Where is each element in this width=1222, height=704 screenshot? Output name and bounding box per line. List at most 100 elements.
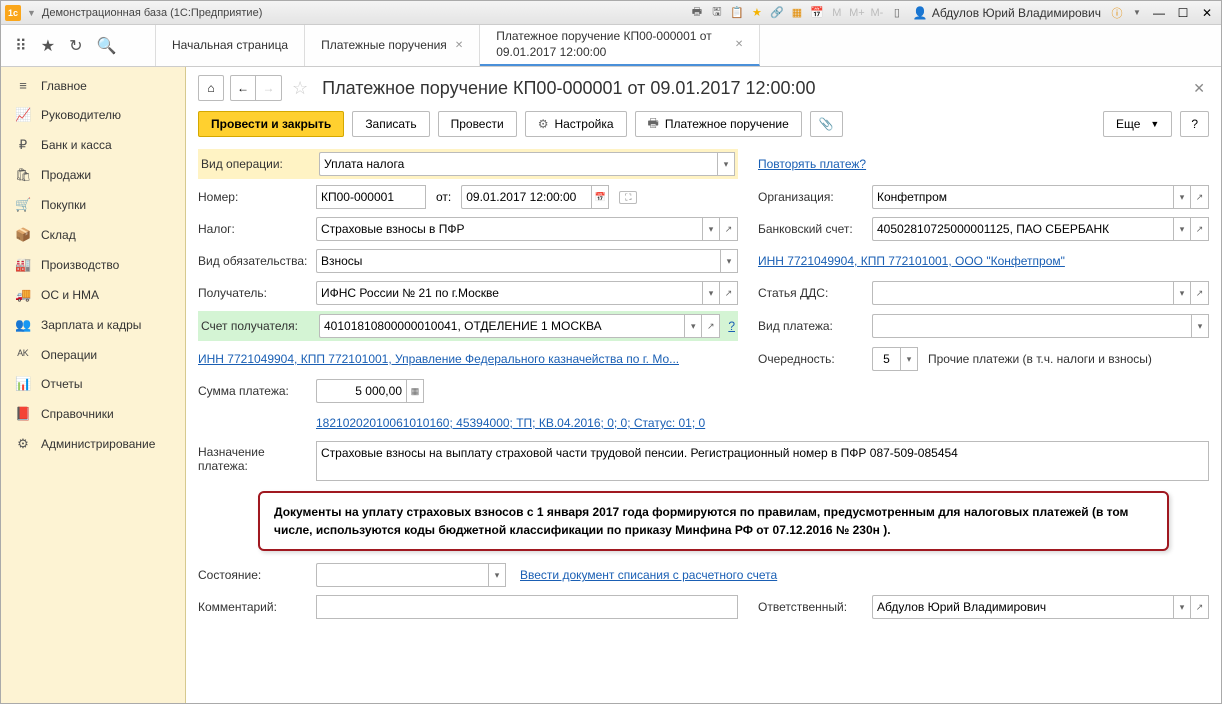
help-link[interactable]: ?	[728, 319, 735, 333]
dropdown-button[interactable]: ▾	[1173, 281, 1191, 305]
info-dropdown-icon[interactable]: ▼	[1129, 5, 1145, 21]
info-icon[interactable]: ⓘ	[1109, 5, 1125, 21]
amount-input[interactable]	[316, 379, 406, 403]
close-doc-button[interactable]: ✕	[1189, 76, 1209, 101]
dropdown-button[interactable]: ▾	[1173, 595, 1191, 619]
save-disk-icon[interactable]: 🖫	[709, 5, 725, 21]
star-icon[interactable]: ★	[749, 5, 765, 21]
repeat-payment-link[interactable]: Повторять платеж?	[758, 157, 866, 171]
pay-type-input[interactable]	[872, 314, 1191, 338]
open-button[interactable]: ↗	[720, 217, 738, 241]
sidebar-item-operations[interactable]: ᴬᴷОперации	[1, 340, 185, 369]
open-button[interactable]: ↗	[1191, 217, 1209, 241]
link-icon[interactable]: 🔗	[769, 5, 785, 21]
more-button[interactable]: Еще▼	[1103, 111, 1172, 137]
tab-start[interactable]: Начальная страница	[156, 25, 305, 66]
save-button[interactable]: Записать	[352, 111, 429, 137]
search-icon[interactable]: 🔍	[96, 36, 116, 56]
expand-button[interactable]: ⛶	[619, 191, 637, 204]
settings-button[interactable]: ⚙Настройка	[525, 111, 627, 137]
panel-icon[interactable]: ▯	[889, 5, 905, 21]
tab-payment-orders[interactable]: Платежные поручения✕	[305, 25, 480, 66]
sidebar-item-manager[interactable]: 📈Руководителю	[1, 100, 185, 130]
responsible-label: Ответственный:	[758, 600, 868, 614]
dropdown-button[interactable]: ▾	[720, 249, 738, 273]
post-and-close-button[interactable]: Провести и закрыть	[198, 111, 344, 137]
sidebar-item-warehouse[interactable]: 📦Склад	[1, 220, 185, 250]
dropdown-button[interactable]: ▾	[1191, 314, 1209, 338]
dropdown-button[interactable]: ▾	[900, 347, 918, 371]
calc-button[interactable]: ▦	[406, 379, 424, 403]
treasury-link[interactable]: ИНН 7721049904, КПП 772101001, Управлени…	[198, 352, 679, 366]
open-button[interactable]: ↗	[702, 314, 720, 338]
favorite-doc-icon[interactable]: ☆	[292, 78, 308, 99]
open-button[interactable]: ↗	[1191, 595, 1209, 619]
dropdown-button[interactable]: ▾	[1173, 185, 1191, 209]
purpose-textarea[interactable]: Страховые взносы на выплату страховой ча…	[316, 441, 1209, 481]
sidebar-item-purchases[interactable]: 🛒Покупки	[1, 190, 185, 220]
m-minus2-icon[interactable]: M-	[869, 5, 885, 21]
dropdown-button[interactable]: ▾	[488, 563, 506, 587]
dropdown-button[interactable]: ▾	[702, 281, 720, 305]
op-type-input[interactable]	[319, 152, 717, 176]
print-button[interactable]: 🖶Платежное поручение	[635, 111, 802, 137]
back-button[interactable]: ←	[230, 75, 256, 101]
open-button[interactable]: ↗	[720, 281, 738, 305]
maximize-icon[interactable]: ☐	[1173, 5, 1193, 21]
print-icon[interactable]: 🖶	[689, 5, 705, 21]
post-button[interactable]: Провести	[438, 111, 517, 137]
attachments-button[interactable]: 📎	[810, 111, 843, 137]
sidebar-item-bank[interactable]: ₽Банк и касса	[1, 130, 185, 160]
tab-payment-order-current[interactable]: Платежное поручение КП00-000001 от 09.01…	[480, 25, 760, 66]
sidebar-item-main[interactable]: ≡Главное	[1, 71, 185, 100]
favorite-icon[interactable]: ★	[41, 36, 55, 56]
user-badge[interactable]: 👤 Абдулов Юрий Владимирович	[909, 6, 1105, 20]
bank-acc-input[interactable]	[872, 217, 1173, 241]
dropdown-button[interactable]: ▾	[1173, 217, 1191, 241]
sidebar-item-assets[interactable]: 🚚ОС и НМА	[1, 280, 185, 310]
dropdown-button[interactable]: ▾	[717, 152, 735, 176]
down-icon[interactable]: ▼	[27, 8, 36, 18]
sidebar-item-reports[interactable]: 📊Отчеты	[1, 369, 185, 399]
sidebar-item-production[interactable]: 🏭Производство	[1, 250, 185, 280]
sidebar-item-sales[interactable]: 🛍Продажи	[1, 160, 185, 190]
writeoff-link[interactable]: Ввести документ списания с расчетного сч…	[520, 568, 777, 582]
close-icon[interactable]: ✕	[455, 40, 463, 51]
chart-icon: 📈	[15, 107, 31, 123]
home-button[interactable]: ⌂	[198, 75, 224, 101]
tax-input[interactable]	[316, 217, 702, 241]
recipient-input[interactable]	[316, 281, 702, 305]
number-input[interactable]	[316, 185, 426, 209]
history-icon[interactable]: ↻	[69, 36, 82, 56]
priority-input[interactable]	[872, 347, 900, 371]
kbk-link[interactable]: 18210202010061010160; 45394000; ТП; КВ.0…	[316, 416, 705, 430]
sidebar-item-salary[interactable]: 👥Зарплата и кадры	[1, 310, 185, 340]
apps-icon[interactable]: ⠿	[15, 36, 27, 56]
dropdown-button[interactable]: ▾	[702, 217, 720, 241]
state-input[interactable]	[316, 563, 488, 587]
help-button[interactable]: ?	[1180, 111, 1209, 137]
comment-input[interactable]	[316, 595, 738, 619]
calendar-button[interactable]: 📅	[591, 185, 609, 209]
date-input[interactable]	[461, 185, 591, 209]
open-button[interactable]: ↗	[1191, 185, 1209, 209]
close-window-icon[interactable]: ✕	[1197, 5, 1217, 21]
m-minus-icon[interactable]: M	[829, 5, 845, 21]
close-icon[interactable]: ✕	[735, 39, 743, 50]
calendar-icon[interactable]: 📅	[809, 5, 825, 21]
dropdown-button[interactable]: ▾	[684, 314, 702, 338]
calc-icon[interactable]: ▦	[789, 5, 805, 21]
clipboard-icon[interactable]: 📋	[729, 5, 745, 21]
sidebar-item-admin[interactable]: ⚙Администрирование	[1, 429, 185, 459]
obl-type-input[interactable]	[316, 249, 720, 273]
responsible-input[interactable]	[872, 595, 1173, 619]
inn-kpp-link[interactable]: ИНН 7721049904, КПП 772101001, ООО "Конф…	[758, 254, 1065, 268]
open-button[interactable]: ↗	[1191, 281, 1209, 305]
forward-button[interactable]: →	[256, 75, 282, 101]
minimize-icon[interactable]: —	[1149, 5, 1169, 21]
org-input[interactable]	[872, 185, 1173, 209]
rec-acc-input[interactable]	[319, 314, 684, 338]
m-plus-icon[interactable]: M+	[849, 5, 865, 21]
dds-input[interactable]	[872, 281, 1173, 305]
sidebar-item-catalogs[interactable]: 📕Справочники	[1, 399, 185, 429]
